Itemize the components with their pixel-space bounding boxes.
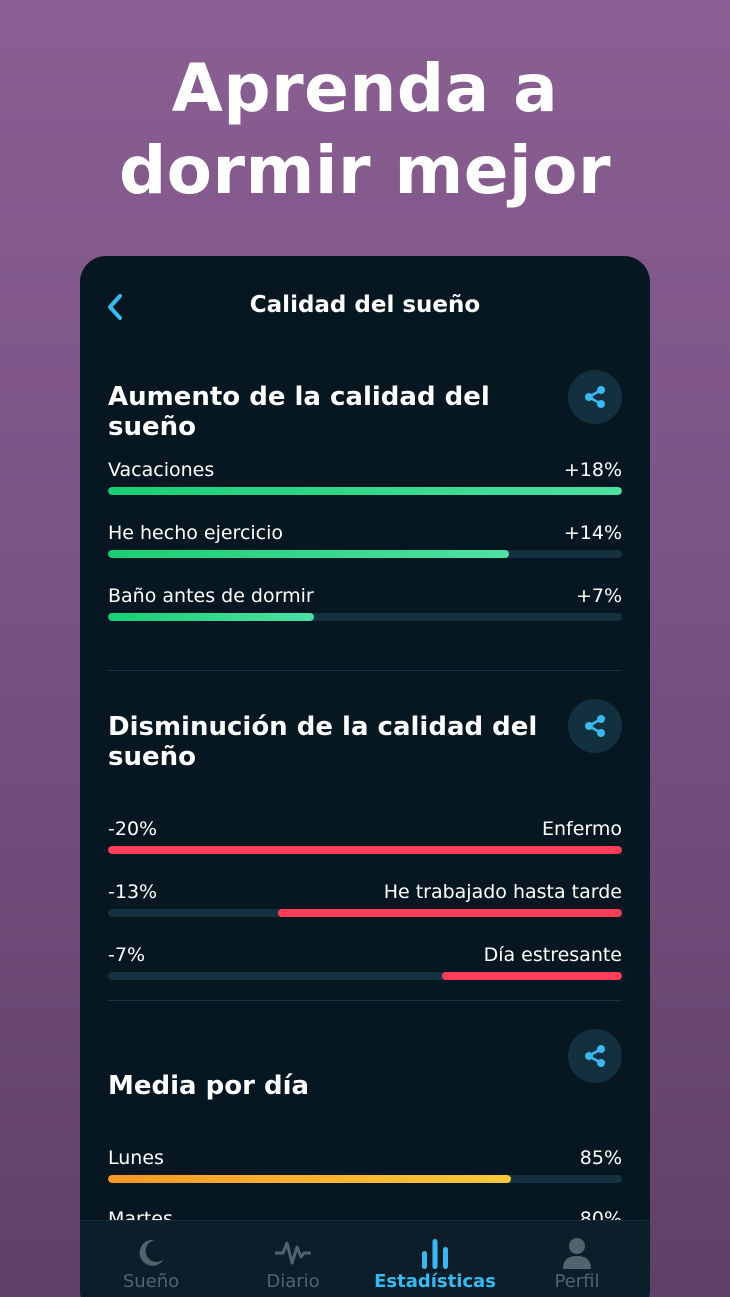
increase-row: Baño antes de dormir +7%	[108, 585, 622, 625]
decrease-row-value: -7%	[108, 944, 145, 966]
promo-headline-line1: Aprenda a	[171, 50, 559, 127]
tab-estadisticas[interactable]: Estadísticas	[364, 1221, 506, 1297]
daily-row-label: Lunes	[108, 1147, 164, 1169]
pulse-icon	[275, 1241, 311, 1265]
share-icon	[585, 715, 605, 737]
share-icon	[585, 386, 605, 408]
phone-screen: Calidad del sueño Aumento de la calidad …	[80, 256, 650, 1297]
progress-fill	[108, 846, 622, 854]
decrease-row-label: Día estresante	[483, 944, 622, 966]
progress-track	[108, 846, 622, 854]
person-icon	[563, 1238, 591, 1269]
daily-row-value: 85%	[579, 1147, 622, 1169]
share-increase-button[interactable]	[568, 370, 622, 424]
decrease-row: He trabajado hasta tarde -13%	[108, 881, 622, 921]
share-decrease-button[interactable]	[568, 699, 622, 753]
decrease-row: Día estresante -7%	[108, 944, 622, 984]
tab-diario[interactable]: Diario	[222, 1221, 364, 1297]
progress-fill	[108, 613, 314, 621]
bottom-tab-bar: Sueño Diario Estadísticas Perfil	[80, 1220, 650, 1297]
tab-perfil[interactable]: Perfil	[506, 1221, 648, 1297]
tab-perfil-label: Perfil	[554, 1271, 600, 1292]
moon-icon	[139, 1239, 164, 1266]
tab-sueno-label: Sueño	[122, 1271, 180, 1292]
bar-chart-icon	[422, 1239, 448, 1269]
increase-row: He hecho ejercicio +14%	[108, 522, 622, 562]
decrease-row-label: Enfermo	[541, 818, 622, 840]
decrease-section-title: Disminución de la calidad del sueño	[108, 712, 538, 772]
promo-headline: Aprenda a dormir mejor	[0, 48, 730, 212]
increase-row-value: +7%	[575, 585, 622, 607]
progress-fill	[277, 909, 622, 917]
progress-fill	[108, 487, 622, 495]
progress-track	[108, 1175, 622, 1183]
decrease-row-value: -20%	[108, 818, 158, 840]
progress-track	[108, 909, 622, 917]
promo-headline-line2: dormir mejor	[118, 132, 612, 209]
progress-fill	[442, 972, 622, 980]
increase-row-label: He hecho ejercicio	[108, 522, 284, 544]
decrease-row: Enfermo -20%	[108, 818, 622, 858]
tab-estadisticas-label: Estadísticas	[374, 1271, 496, 1292]
decrease-row-value: -13%	[108, 881, 158, 903]
progress-fill	[108, 550, 509, 558]
daily-section-title: Media por día	[108, 1071, 310, 1101]
share-daily-button[interactable]	[568, 1029, 622, 1083]
daily-row: Lunes 85%	[108, 1147, 622, 1187]
tab-diario-label: Diario	[266, 1271, 320, 1292]
increase-row: Vacaciones +18%	[108, 459, 622, 499]
tab-sueno[interactable]: Sueño	[80, 1221, 222, 1297]
increase-section-title: Aumento de la calidad del sueño	[108, 382, 490, 442]
progress-track	[108, 550, 622, 558]
progress-fill	[108, 1175, 512, 1183]
progress-track	[108, 613, 622, 621]
increase-row-label: Vacaciones	[108, 459, 215, 481]
progress-track	[108, 972, 622, 980]
increase-row-value: +18%	[563, 459, 622, 481]
increase-row-value: +14%	[563, 522, 622, 544]
top-bar: Calidad del sueño	[80, 256, 650, 356]
section-divider	[108, 670, 622, 671]
screen-title: Calidad del sueño	[249, 292, 481, 318]
progress-track	[108, 487, 622, 495]
decrease-row-label: He trabajado hasta tarde	[383, 881, 622, 903]
section-divider	[108, 1000, 622, 1001]
increase-row-label: Baño antes de dormir	[108, 585, 314, 607]
share-icon	[585, 1045, 605, 1067]
